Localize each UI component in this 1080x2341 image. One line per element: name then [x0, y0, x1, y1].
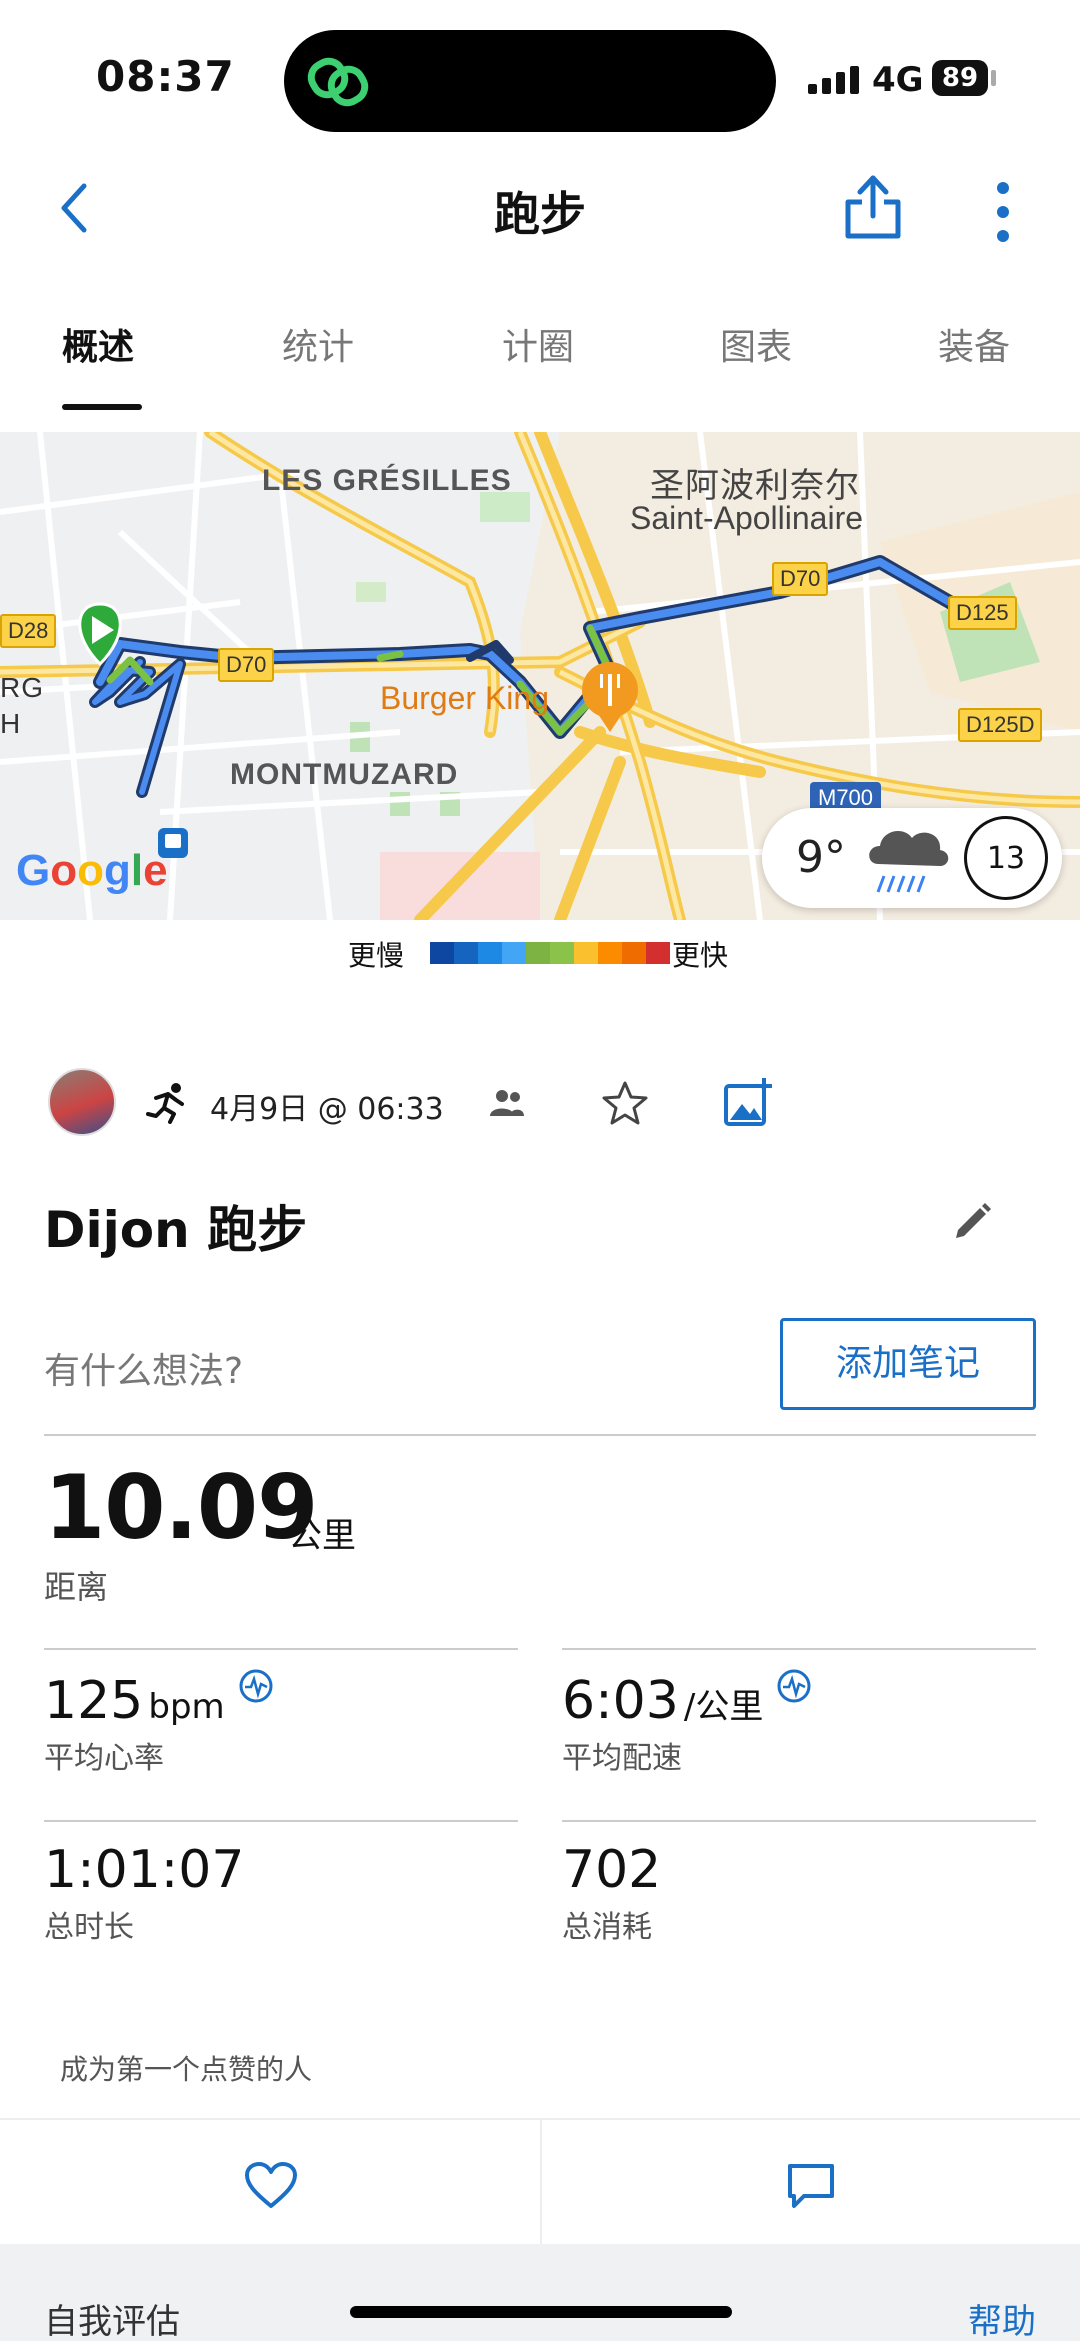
avg-hr-stat: 125 bpm 平均心率	[44, 1668, 274, 1777]
road-badge-d70-right: D70	[772, 562, 829, 596]
divider	[562, 1820, 1036, 1822]
legend-swatch	[574, 942, 598, 964]
running-icon	[146, 1083, 184, 1124]
note-prompt[interactable]: 有什么想法?	[44, 1342, 243, 1394]
legend-swatch	[622, 942, 646, 964]
home-indicator[interactable]	[350, 2306, 732, 2318]
star-icon[interactable]	[602, 1080, 648, 1126]
map-label-les-gresilles: LES GRÉSILLES	[262, 464, 512, 497]
heart-icon	[245, 2162, 297, 2208]
status-time: 08:37	[96, 52, 235, 101]
nav-header: 跑步	[0, 160, 1080, 260]
map-label-rg: RG	[0, 672, 44, 703]
duration-stat: 1:01:07 总时长	[44, 1840, 244, 1946]
legend-swatch	[646, 942, 670, 964]
heart-rate-info-icon[interactable]	[238, 1668, 274, 1704]
divider	[44, 1434, 1036, 1436]
map-label-saint-apollinaire: Saint-Apollinaire	[630, 500, 864, 536]
divider	[44, 1648, 518, 1650]
road-badge-d125: D125	[948, 596, 1017, 630]
like-button[interactable]	[0, 2120, 540, 2246]
self-evaluation-link[interactable]: 自我评估	[44, 2294, 180, 2341]
road-badge-d70-left: D70	[218, 648, 275, 682]
help-link[interactable]: 帮助	[968, 2294, 1036, 2341]
activity-screen: 08:37 4G 89 跑步 概述 统计 计圈 图表 装备 LES GRÉSIL…	[0, 0, 1080, 2341]
calories-value: 702	[562, 1840, 662, 1900]
tab-charts[interactable]: 图表	[720, 318, 792, 370]
comment-button[interactable]	[542, 2120, 1080, 2246]
activity-date: 4月9日 @ 06:33	[210, 1092, 444, 1127]
add-photo-icon[interactable]	[722, 1076, 774, 1128]
link-app-icon	[307, 57, 369, 107]
duration-label: 总时长	[44, 1910, 134, 1945]
legend-swatch	[598, 942, 622, 964]
avatar[interactable]	[48, 1068, 116, 1136]
road-badge-d125d: D125D	[958, 708, 1043, 742]
legend-color-bar	[430, 942, 670, 964]
status-bar: 08:37 4G 89	[0, 0, 1080, 150]
divider	[44, 1820, 518, 1822]
divider	[562, 1648, 1036, 1650]
calories-stat: 702 总消耗	[562, 1840, 661, 1946]
signal-icon	[808, 64, 860, 94]
duration-value: 1:01:07	[44, 1840, 245, 1900]
edit-pencil-icon[interactable]	[952, 1200, 992, 1240]
google-attribution: Google	[16, 846, 168, 895]
avg-pace-unit: /公里	[683, 1687, 764, 1727]
activity-meta-row: 4月9日 @ 06:33	[0, 1068, 1080, 1138]
avg-pace-label: 平均配速	[562, 1741, 682, 1776]
tab-bar: 概述 统计 计圈 图表 装备	[0, 300, 1080, 412]
legend-slower: 更慢	[348, 939, 405, 972]
network-type: 4G	[872, 60, 924, 100]
weather-temp: 9°	[796, 832, 846, 883]
wind-speed-icon: 13	[964, 816, 1048, 900]
share-icon[interactable]	[840, 172, 906, 242]
page-title: 跑步	[494, 187, 586, 241]
pace-info-icon[interactable]	[776, 1668, 812, 1704]
map-label-h: H	[0, 708, 22, 739]
tab-stats[interactable]: 统计	[282, 318, 354, 370]
tab-overview[interactable]: 概述	[62, 318, 134, 370]
map-label-burger-king: Burger King	[380, 680, 549, 716]
calories-label: 总消耗	[562, 1910, 652, 1945]
footer-bar: 自我评估 帮助	[0, 2244, 1080, 2341]
legend-swatch	[526, 942, 550, 964]
wind-speed-value: 13	[986, 841, 1026, 876]
distance-value: 10.09	[44, 1456, 318, 1559]
likes-text: 成为第一个点赞的人	[60, 2053, 313, 2086]
avg-hr-label: 平均心率	[44, 1741, 164, 1776]
road-badge-d28: D28	[0, 614, 57, 648]
legend-swatch	[454, 942, 478, 964]
tab-laps[interactable]: 计圈	[502, 318, 574, 370]
legend-swatch	[430, 942, 454, 964]
weather-chip: 9° 13	[762, 808, 1062, 908]
active-tab-indicator	[62, 404, 142, 410]
legend-swatch	[550, 942, 574, 964]
avg-hr-value: 125	[44, 1671, 144, 1731]
tab-gear[interactable]: 装备	[938, 318, 1010, 370]
distance-label: 距离	[44, 1568, 109, 1606]
avg-pace-stat: 6:03 /公里 平均配速	[562, 1668, 812, 1777]
dynamic-island	[284, 30, 776, 132]
note-row: 有什么想法? 添加笔记	[44, 1318, 1036, 1436]
distance-unit: 公里	[288, 1516, 356, 1556]
legend-faster: 更快	[672, 939, 729, 972]
battery-icon: 89	[932, 60, 988, 96]
legend-swatch	[502, 942, 526, 964]
social-actions	[0, 2118, 1080, 2246]
people-icon[interactable]	[488, 1088, 526, 1118]
map-label-montmuzard: MONTMUZARD	[230, 758, 459, 791]
rain-cloud-icon	[869, 831, 949, 893]
avg-pace-value: 6:03	[562, 1671, 679, 1731]
legend-swatch	[478, 942, 502, 964]
route-map[interactable]: LES GRÉSILLES 圣阿波利奈尔 Saint-Apollinaire M…	[0, 432, 1080, 920]
activity-title: Dijon 跑步	[44, 1201, 308, 1259]
comment-icon	[788, 2164, 834, 2208]
battery-tip	[991, 70, 996, 86]
pace-legend: 更慢 更快	[0, 932, 1080, 972]
more-options-icon[interactable]	[990, 180, 1016, 244]
add-note-button[interactable]: 添加笔记	[780, 1318, 1036, 1410]
avg-hr-unit: bpm	[148, 1687, 225, 1727]
